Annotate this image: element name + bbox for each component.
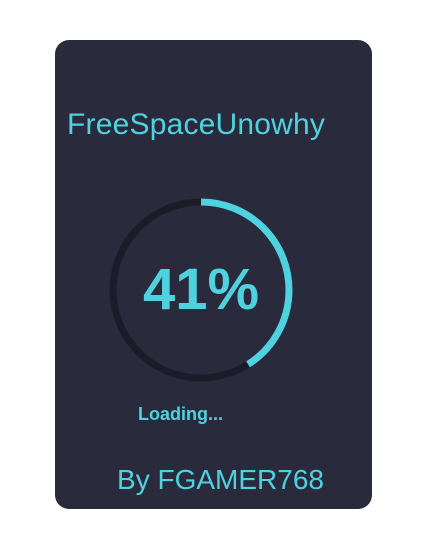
progress-percent: 41%	[142, 257, 260, 322]
loading-card: FreeSpaceUnowhy 41% Loading... By FGAMER…	[55, 40, 372, 509]
author-credit: By FGAMER768	[117, 464, 324, 495]
app-title: FreeSpaceUnowhy	[67, 108, 326, 141]
loading-status: Loading...	[138, 404, 223, 424]
